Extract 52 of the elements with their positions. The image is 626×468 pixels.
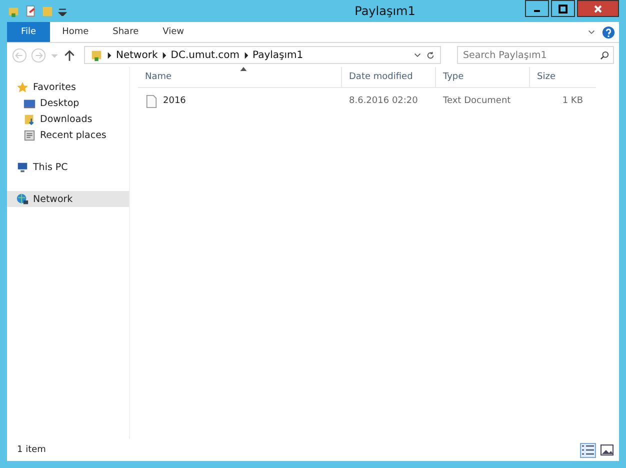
maximize-icon [558,4,568,14]
download-folder-icon [23,112,36,126]
help-icon[interactable] [602,26,615,38]
table-cell-text: 1 KB [561,95,584,108]
breadcrumb[interactable]: Paylaşım1 [252,50,304,60]
minimize-button[interactable] [525,0,549,17]
large-icons-view-button[interactable] [599,442,615,458]
sidebar-item[interactable]: Recent places [7,127,129,143]
column-header[interactable]: Type [436,67,530,87]
star-icon [16,80,29,94]
text-file-icon [145,94,158,108]
table-cell-text: Text Document [442,95,512,108]
globe-icon [16,192,29,206]
breadcrumb[interactable]: Network [116,50,158,60]
column-header[interactable]: Name [138,67,342,87]
details-view-button[interactable] [580,442,596,458]
dropdown-icon[interactable] [58,6,67,16]
ribbon-tab[interactable]: Share [100,22,151,42]
expand-ribbon-icon[interactable] [587,28,596,36]
minimize-icon [534,10,540,12]
address-bar[interactable]: Network DC.umut.com Paylaşım1 [84,46,441,64]
search-icon [600,50,609,60]
dropdown-icon[interactable] [413,50,422,60]
close-icon [593,4,603,14]
file-name[interactable]: 2016 [163,96,186,106]
column-header[interactable]: Date modified [342,67,436,87]
computer-icon [16,160,29,174]
sidebar-item[interactable]: This PC [7,159,129,175]
up-arrow-icon[interactable] [63,48,76,62]
table-cell-text: 8.6.2016 02:20 [348,95,419,108]
close-button[interactable] [577,0,619,17]
recent-places-icon [23,128,36,142]
sidebar-item[interactable]: Network [7,191,129,207]
sidebar-item[interactable]: Downloads [7,111,129,127]
sidebar-item[interactable]: Desktop [7,95,129,111]
chevron-icon [244,52,249,58]
search-field[interactable]: Search Paylaşım1 [457,46,614,64]
status-text: 1 item [17,445,46,455]
ribbon-tab[interactable]: Home [50,22,101,42]
ribbon-tab[interactable]: View [150,22,196,42]
window-title: Paylaşım1 [354,4,416,18]
network-folder-icon [90,48,103,62]
sidebar-item[interactable]: Favorites [7,79,129,95]
refresh-icon[interactable] [426,50,435,60]
sort-arrow-icon [240,67,247,71]
chevron-icon [162,52,167,58]
breadcrumb[interactable]: DC.umut.com [170,50,240,60]
properties-icon[interactable] [24,4,37,18]
column-header[interactable]: Size [530,67,589,87]
ribbon-tab[interactable]: File [7,22,50,42]
maximize-button[interactable] [551,0,575,17]
chevron-icon [107,52,112,58]
